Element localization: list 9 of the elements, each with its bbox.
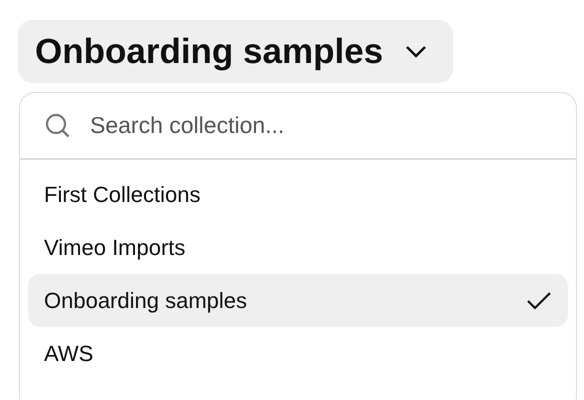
chevron-down-icon: [405, 44, 428, 58]
checkmark-icon: [526, 290, 552, 310]
collection-item[interactable]: First Collections: [28, 168, 568, 221]
collection-dropdown[interactable]: Onboarding samples: [18, 20, 454, 83]
collection-item[interactable]: Onboarding samples: [28, 274, 568, 327]
search-icon: [44, 112, 72, 140]
collection-item[interactable]: Vimeo Imports: [28, 221, 568, 274]
search-field[interactable]: Search collection...: [88, 111, 552, 140]
collection-item[interactable]: AWS: [28, 327, 568, 380]
